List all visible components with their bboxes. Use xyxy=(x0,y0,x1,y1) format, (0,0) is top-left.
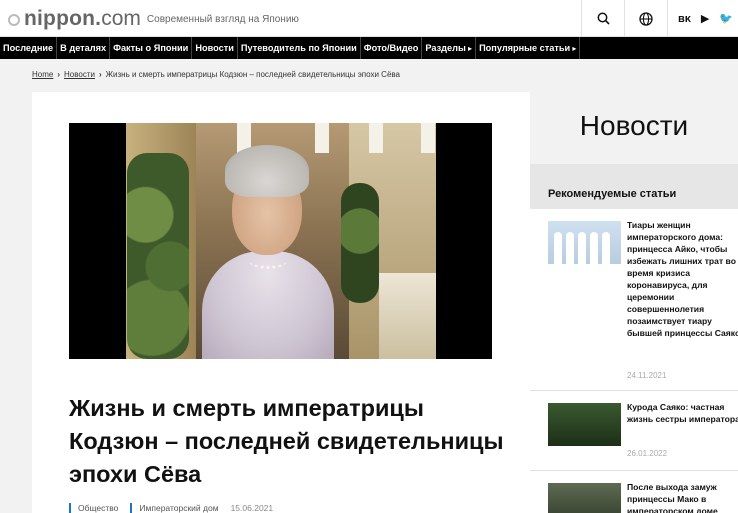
article-card: Жизнь и смерть императрицы Кодзюн – посл… xyxy=(32,92,530,513)
recommended-title: После выхода замуж принцессы Мако в импе… xyxy=(627,482,718,513)
nav-item-japan-guide[interactable]: Путеводитель по Японии xyxy=(238,37,361,59)
article-photo xyxy=(69,123,492,359)
sidebar-section-title: Новости xyxy=(579,110,689,141)
main-nav: Последние В деталях Факты о Японии Новос… xyxy=(0,37,738,59)
article-tag-society[interactable]: Общество xyxy=(69,503,118,513)
breadcrumb-current: Жизнь и смерть императрицы Кодзюн – посл… xyxy=(105,70,401,79)
recommended-date: 26.01.2022 xyxy=(627,449,668,458)
youtube-icon[interactable]: ▶ xyxy=(701,12,709,25)
nav-item-latest[interactable]: Последние xyxy=(0,37,58,59)
nav-item-in-depth[interactable]: В деталях xyxy=(57,37,111,59)
article-tag-imperial-house[interactable]: Императорский дом xyxy=(130,503,219,513)
recommended-item[interactable]: Тиары женщин императорского дома: принце… xyxy=(530,209,738,391)
breadcrumb-news[interactable]: Новости xyxy=(64,70,95,79)
logo-text: nippon. xyxy=(24,7,102,30)
breadcrumb-home[interactable]: Home xyxy=(32,70,53,79)
globe-icon xyxy=(639,11,653,26)
vk-icon[interactable]: ʙᴋ xyxy=(678,13,691,25)
nav-item-japan-facts[interactable]: Факты о Японии xyxy=(110,37,193,59)
nav-item-news[interactable]: Новости xyxy=(192,37,238,59)
article-title: Жизнь и смерть императрицы Кодзюн – посл… xyxy=(69,395,504,487)
logo-tld: com xyxy=(101,7,141,30)
logo-mark-icon xyxy=(8,14,20,26)
site-header: nippon. com Современный взгляд на Японию… xyxy=(0,0,738,37)
search-button[interactable] xyxy=(581,0,624,37)
recommended-title: Тиары женщин императорского дома: принце… xyxy=(627,220,738,338)
breadcrumb: Home › Новости › Жизнь и смерть императрицы … xyxy=(32,70,400,79)
recommended-thumbnail xyxy=(548,403,621,446)
search-icon xyxy=(597,12,610,25)
article-date: 15.06.2021 xyxy=(230,503,274,513)
nav-item-photo-video[interactable]: Фото/Видео xyxy=(361,37,423,59)
twitter-icon[interactable]: 🐦 xyxy=(719,12,733,25)
site-logo[interactable]: nippon. com Современный взгляд на Японию xyxy=(8,7,299,31)
recommended-title: Курода Саяко: частная жизнь сестры импер… xyxy=(627,402,738,424)
article-meta: Общество Императорский дом 15.06.2021 xyxy=(69,503,273,513)
recommended-date: 24.11.2021 xyxy=(627,371,667,380)
nav-item-sections[interactable]: Разделы xyxy=(422,37,477,59)
breadcrumb-chevron-icon: › xyxy=(98,70,102,79)
breadcrumb-chevron-icon: › xyxy=(57,70,61,79)
recommended-heading: Рекомендуемые статьи xyxy=(530,164,738,209)
recommended-item[interactable]: Курода Саяко: частная жизнь сестры импер… xyxy=(530,391,738,471)
social-links: ʙᴋ ▶ 🐦 xyxy=(667,0,738,37)
nav-item-popular[interactable]: Популярные статьи xyxy=(476,37,581,59)
recommended-articles: Рекомендуемые статьи Тиары женщин импера… xyxy=(530,164,738,513)
recommended-thumbnail xyxy=(548,221,621,264)
recommended-item[interactable]: После выхода замуж принцессы Мако в импе… xyxy=(530,471,738,513)
site-tagline: Современный взгляд на Японию xyxy=(146,14,299,25)
language-button[interactable] xyxy=(624,0,667,37)
recommended-thumbnail xyxy=(548,483,621,513)
